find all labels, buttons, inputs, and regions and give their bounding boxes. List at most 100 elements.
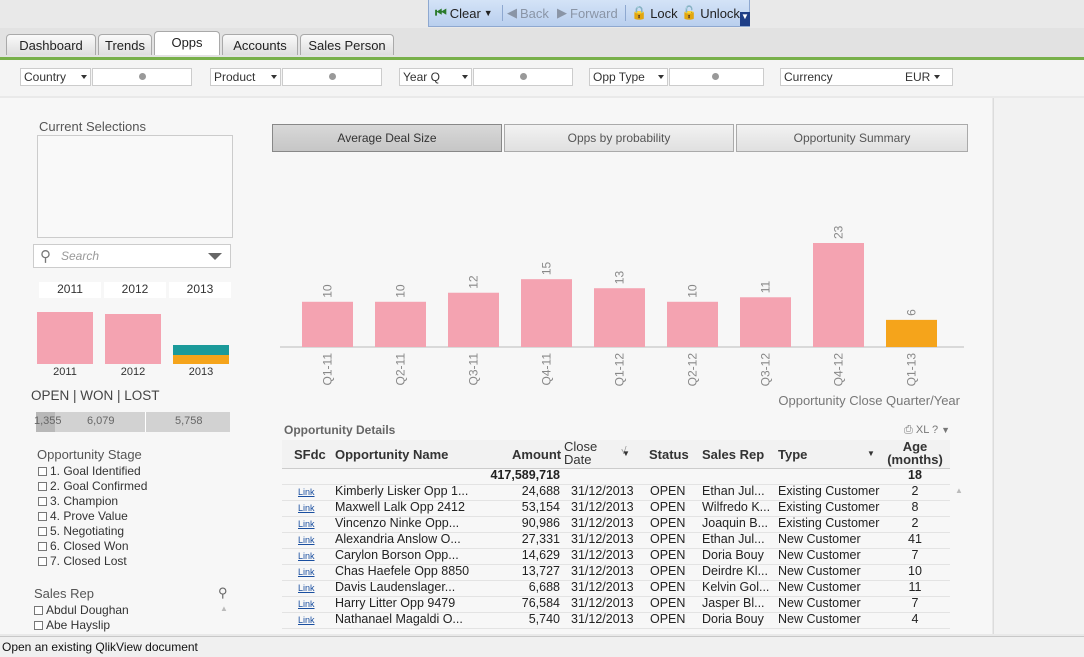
chart-bar-q2-11[interactable] (375, 301, 426, 347)
currency-dropdown[interactable]: Currency EUR (780, 68, 953, 86)
table-row[interactable]: Link Carylon Borson Opp... 14,629 31/12/201… (282, 548, 950, 565)
opportunity-summary-button[interactable]: Opportunity Summary (736, 124, 968, 152)
scroll-up-icon[interactable]: ▲ (220, 604, 228, 613)
sfdc-link[interactable]: Link (298, 567, 320, 577)
chart-bar-q3-12[interactable] (740, 297, 791, 347)
tab-dashboard[interactable]: Dashboard (6, 34, 96, 55)
country-slider[interactable] (92, 68, 192, 86)
age-cell: 2 (911, 484, 919, 498)
header-close-date[interactable]: Close Date (564, 440, 614, 466)
chart-bar-q2-12[interactable] (667, 301, 718, 347)
close-date-cell: 31/12/2013 (571, 564, 634, 578)
table-title: Opportunity Details (284, 423, 396, 437)
clear-button[interactable]: ⏮ Clear ▼ (435, 5, 493, 21)
chart-x-axis-label: Opportunity Close Quarter/Year (778, 393, 960, 408)
lock-icon: 🔒 (631, 5, 648, 20)
age-cell: 8 (911, 500, 919, 514)
type-cell: New Customer (778, 596, 861, 610)
age-cell: 7 (911, 596, 919, 610)
forward-button[interactable]: ▶ Forward (557, 5, 618, 21)
table-row[interactable]: Link Chas Haefele Opp 8850 13,727 31/12/201… (282, 564, 950, 581)
chevron-down-icon[interactable]: ▼ (622, 449, 630, 458)
header-opportunity-name[interactable]: Opportunity Name (335, 447, 448, 462)
table-row[interactable]: Link Vincenzo Ninke Opp... 90,986 31/12/201… (282, 516, 950, 533)
sfdc-link[interactable]: Link (298, 583, 320, 593)
stage-item[interactable]: 7. Closed Lost (38, 554, 127, 568)
close-date-cell: 31/12/2013 (571, 548, 634, 562)
year-2013-item[interactable]: 2013 (169, 282, 231, 298)
average-deal-size-button[interactable]: Average Deal Size (272, 124, 502, 152)
year-bar-2013-open[interactable] (173, 345, 229, 355)
tab-accounts[interactable]: Accounts (222, 34, 298, 55)
sfdc-link[interactable]: Link (298, 551, 320, 561)
unlock-button[interactable]: 🔓 Unlock (681, 5, 740, 21)
product-dropdown[interactable]: Product (210, 68, 281, 86)
year-2012-item[interactable]: 2012 (104, 282, 166, 298)
table-scroll-up-icon[interactable]: ▲ (955, 486, 963, 495)
stage-item[interactable]: 3. Champion (38, 494, 118, 508)
product-slider[interactable] (282, 68, 382, 86)
sfdc-link[interactable]: Link (298, 615, 320, 625)
table-row[interactable]: Link Kimberly Lisker Opp 1... 24,688 31/12/… (282, 484, 950, 501)
sfdc-link[interactable]: Link (298, 503, 320, 513)
sfdc-link[interactable]: Link (298, 487, 320, 497)
tab-sales-person[interactable]: Sales Person (300, 34, 394, 55)
yearq-slider[interactable] (473, 68, 573, 86)
header-amount[interactable]: Amount (512, 447, 561, 462)
chart-bar-q1-13[interactable] (886, 319, 937, 347)
year-bar-2013-won[interactable] (173, 355, 229, 364)
table-tools[interactable]: ⎙ XL ? ▼ (904, 424, 950, 437)
sales-rep-item[interactable]: Abe Hayslip (34, 618, 110, 632)
table-row[interactable]: Link Harry Litter Opp 9479 76,584 31/12/201… (282, 596, 950, 613)
search-icon[interactable]: ⚲ (218, 585, 228, 601)
chart-data-label: 10 (686, 284, 700, 298)
sales-rep-cell: Joaquin B... (702, 516, 769, 530)
stage-item[interactable]: 1. Goal Identified (38, 464, 141, 478)
sfdc-link[interactable]: Link (298, 535, 320, 545)
type-cell: New Customer (778, 580, 861, 594)
opptype-dropdown[interactable]: Opp Type (589, 68, 668, 86)
header-type[interactable]: Type (778, 447, 807, 462)
table-row[interactable]: Link Nathanael Magaldi O... 5,740 31/12/201… (282, 612, 950, 629)
country-dropdown[interactable]: Country (20, 68, 91, 86)
chart-data-label: 10 (394, 284, 408, 298)
toolbar-expand-icon[interactable]: ▼ (740, 12, 750, 26)
sfdc-link[interactable]: Link (298, 599, 320, 609)
chart-bar-q3-11[interactable] (448, 292, 499, 347)
header-sales-rep[interactable]: Sales Rep (702, 447, 764, 462)
chart-bar-q4-11[interactable] (521, 279, 572, 347)
year-bar-2012[interactable] (105, 314, 161, 364)
stage-item[interactable]: 5. Negotiating (38, 524, 124, 538)
year-bar-2011[interactable] (37, 312, 93, 364)
search-input[interactable]: ⚲ Search (33, 244, 231, 268)
chart-tick-label: Q3-11 (467, 353, 481, 386)
tab-trends[interactable]: Trends (98, 34, 152, 55)
print-icon[interactable]: ⎙ (904, 424, 913, 436)
sfdc-link[interactable]: Link (298, 519, 320, 529)
close-date-cell: 31/12/2013 (571, 516, 634, 530)
tab-opps[interactable]: Opps (154, 31, 220, 55)
stage-item[interactable]: 2. Goal Confirmed (38, 479, 147, 493)
chart-bar-q1-11[interactable] (302, 301, 353, 347)
header-age[interactable]: Age (months) (882, 440, 948, 466)
chart-bar-q4-12[interactable] (813, 243, 864, 347)
opptype-slider[interactable] (669, 68, 764, 86)
back-button[interactable]: ◀ Back (507, 5, 549, 21)
opps-by-probability-button[interactable]: Opps by probability (504, 124, 734, 152)
table-row[interactable]: Link Alexandria Anslow O... 27,331 31/12/20… (282, 532, 950, 549)
table-row[interactable]: Link Davis Laudenslager... 6,688 31/12/2013… (282, 580, 950, 597)
opportunity-name-cell: Alexandria Anslow O... (335, 532, 461, 546)
stage-item[interactable]: 4. Prove Value (38, 509, 128, 523)
yearq-dropdown[interactable]: Year Q (399, 68, 472, 86)
chevron-down-icon[interactable]: ▼ (867, 449, 875, 458)
stage-item[interactable]: 6. Closed Won (38, 539, 129, 553)
chart-bar-q1-12[interactable] (594, 288, 645, 347)
table-row[interactable]: Link Maxwell Lalk Opp 2412 53,154 31/12/201… (282, 500, 950, 517)
lock-button[interactable]: 🔒 Lock (631, 5, 678, 21)
chevron-down-icon[interactable]: ▼ (941, 425, 950, 435)
sales-rep-cell: Deirdre Kl... (702, 564, 768, 578)
sales-rep-item[interactable]: Abdul Doughan (34, 603, 129, 617)
header-sfdc[interactable]: SFdc (294, 447, 326, 462)
header-status[interactable]: Status (649, 447, 689, 462)
year-2011-item[interactable]: 2011 (39, 282, 101, 298)
